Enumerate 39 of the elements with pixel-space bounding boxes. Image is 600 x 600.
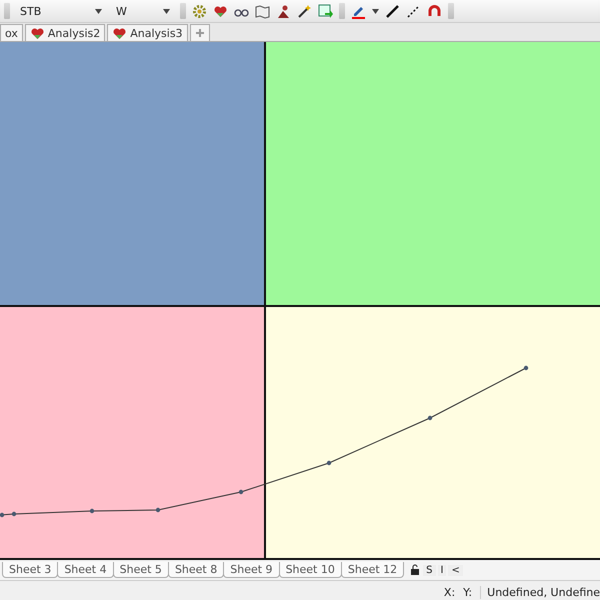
y-label: Y: xyxy=(463,586,472,598)
line-icon[interactable] xyxy=(385,4,400,18)
add-tab-button[interactable] xyxy=(190,24,210,41)
period-combo[interactable]: W xyxy=(112,2,174,20)
export-icon[interactable] xyxy=(318,4,333,18)
analysis-tab[interactable]: ox xyxy=(0,24,23,41)
sheet-tab[interactable]: Sheet 10 xyxy=(278,562,342,578)
toolbar-grip[interactable] xyxy=(448,3,454,19)
sheet-nav-button[interactable]: S xyxy=(423,564,436,576)
lock-icon[interactable] xyxy=(409,564,422,576)
analysis-tab[interactable]: Analysis3 xyxy=(107,24,188,41)
magnet-icon[interactable] xyxy=(427,4,442,18)
sheet-tab[interactable]: Sheet 8 xyxy=(168,562,224,578)
analysis-tab[interactable]: Analysis2 xyxy=(24,24,106,41)
symbol-combo[interactable]: STB xyxy=(16,2,106,20)
toolbar-grip[interactable] xyxy=(339,3,345,19)
hearts-icon xyxy=(30,26,45,40)
coordinates-value: Undefined, Undefine xyxy=(480,586,600,598)
sheet-tab[interactable]: Sheet 3 xyxy=(2,562,58,578)
gear-icon[interactable] xyxy=(192,4,207,18)
caret-icon xyxy=(372,8,379,14)
caret-icon xyxy=(163,8,170,14)
toolbar-grip[interactable] xyxy=(4,3,10,19)
sheet-tab[interactable]: Sheet 12 xyxy=(340,562,404,578)
sheet-nav-button[interactable]: < xyxy=(448,564,463,576)
x-label: X: xyxy=(444,586,456,598)
hearts-icon xyxy=(213,4,228,18)
hearts-icon xyxy=(112,26,128,40)
person-icon[interactable] xyxy=(276,4,291,18)
map-icon[interactable] xyxy=(255,4,270,18)
sheet-nav-button[interactable]: I xyxy=(438,564,446,576)
caret-icon xyxy=(95,8,102,14)
dashed-line-icon[interactable] xyxy=(406,4,421,18)
wand-icon[interactable] xyxy=(297,4,312,18)
sheet-tab[interactable]: Sheet 9 xyxy=(223,562,280,578)
plus-icon xyxy=(194,28,205,38)
sheet-tab[interactable]: Sheet 4 xyxy=(57,562,114,578)
toolbar-grip[interactable] xyxy=(180,3,186,19)
sheet-tab[interactable]: Sheet 5 xyxy=(112,562,169,578)
